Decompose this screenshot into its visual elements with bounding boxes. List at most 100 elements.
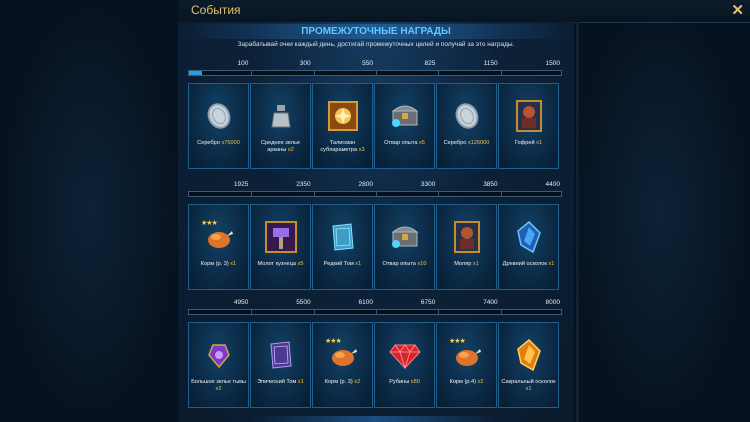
- panel-heading: ПРОМЕЖУТОЧНЫЕ НАГРАДЫ: [178, 24, 574, 39]
- progress-tick: [438, 310, 440, 314]
- reward-label: Среднее зелье арканы x2: [253, 140, 308, 153]
- progress-tick: [500, 71, 502, 75]
- reward-card[interactable]: Отвар опыта x10: [374, 204, 435, 290]
- reward-label: Редкий Том x1: [315, 261, 370, 268]
- reward-card[interactable]: ★★★ Корм (р. 3) x1: [188, 204, 249, 290]
- threshold-row: 100 300 550 825 1150 1500: [188, 60, 562, 70]
- threshold-value: 2800: [358, 181, 373, 188]
- reward-cards-row: Большое зелье тьмы x2 Эпический Том x1 ★★★…: [188, 322, 562, 408]
- reward-card[interactable]: ★★★ Корм (р.4) x2: [436, 322, 497, 408]
- reward-name: Рубины: [389, 379, 411, 385]
- reward-quantity: x3: [358, 146, 365, 153]
- rank-stars-icon: ★★★: [325, 338, 342, 345]
- threshold-row: 4950 5500 6100 6750 7400 8000: [188, 299, 562, 309]
- reward-quantity: x1: [525, 385, 532, 392]
- threshold-value: 6100: [358, 299, 373, 306]
- progress-tick: [313, 310, 315, 314]
- reward-card[interactable]: Рубины x80: [374, 322, 435, 408]
- reward-label: Отвар опыта x5: [377, 140, 432, 147]
- reward-card[interactable]: Серебро x125000: [436, 83, 497, 169]
- threshold-value: 6750: [420, 299, 436, 306]
- void-potion-icon: [201, 337, 237, 373]
- reward-name: Серебро: [443, 140, 468, 146]
- reward-name: Корм (р. 3): [324, 379, 355, 385]
- reward-quantity: x125000: [467, 140, 490, 146]
- panel-subtitle: Зарабатывай очки каждый день, достигай п…: [237, 41, 515, 48]
- close-icon[interactable]: ✕: [731, 1, 744, 19]
- reward-card[interactable]: Редкий Том x1: [312, 204, 373, 290]
- threshold-value: 2350: [296, 181, 311, 188]
- reward-quantity: x1: [472, 261, 479, 267]
- reward-card[interactable]: Древний осколок x1: [498, 204, 559, 290]
- reward-card[interactable]: Сакральный осколок x1: [498, 322, 559, 408]
- xp-brew-chest-icon: [387, 219, 423, 255]
- threshold-value: 7400: [483, 299, 498, 306]
- reward-name: Серебро: [197, 140, 222, 146]
- reward-label: Моляр x1: [439, 261, 494, 268]
- threshold-value: 300: [299, 60, 311, 67]
- reward-quantity: x1: [355, 261, 362, 267]
- reward-label: Корм (р. 3) x2: [315, 379, 370, 386]
- threshold-value: 1150: [483, 60, 498, 67]
- reward-label: Серебро x125000: [439, 140, 494, 147]
- reward-quantity: x2: [477, 379, 484, 385]
- reward-label: Эпический Том x1: [253, 379, 308, 386]
- top-bar: События ✕: [178, 0, 750, 23]
- reward-card[interactable]: ★★★ Корм (р. 3) x2: [312, 322, 373, 408]
- reward-card[interactable]: Гофрей x1: [498, 83, 559, 169]
- reward-label: Гофрей x1: [501, 140, 556, 147]
- epic-tome-icon: [263, 337, 299, 373]
- reward-label: Сакральный осколок x1: [501, 379, 556, 392]
- threshold-value: 4950: [233, 299, 249, 306]
- arcane-potion-icon: [263, 98, 299, 134]
- reward-card[interactable]: Талисман субпараметра x3: [312, 83, 373, 169]
- progress-tick: [500, 192, 502, 196]
- talisman-icon: [325, 98, 361, 134]
- threshold-value: 3850: [483, 181, 498, 188]
- reward-name: Редкий Том: [323, 261, 356, 267]
- reward-name: Сакральный осколок: [501, 379, 556, 385]
- reward-card[interactable]: Большое зелье тьмы x2: [188, 322, 249, 408]
- reward-name: Молот кузнеца: [257, 261, 298, 267]
- progress-tick: [438, 192, 440, 196]
- reward-label: Корм (р.4) x2: [439, 379, 494, 386]
- reward-name: Талисман субпараметра: [320, 140, 359, 153]
- reward-label: Талисман субпараметра x3: [315, 140, 370, 153]
- reward-name: Моляр: [454, 261, 473, 267]
- reward-name: Отвар опыта: [382, 261, 418, 267]
- progress-tick: [500, 310, 502, 314]
- background-left: [0, 0, 180, 422]
- smith-hammer-icon: [263, 219, 299, 255]
- reward-card[interactable]: Моляр x1: [436, 204, 497, 290]
- intermediate-rewards-panel: ПРОМЕЖУТОЧНЫЕ НАГРАДЫ Зарабатывай очки к…: [178, 22, 574, 422]
- reward-quantity: x80: [410, 379, 420, 385]
- rank-stars-icon: ★★★: [449, 338, 466, 345]
- reward-name: Корм (р.4): [449, 379, 478, 385]
- reward-tier-1: 100 300 550 825 1150 1500 Серебро x75000 Средне…: [188, 60, 562, 169]
- reward-label: Рубины x80: [377, 379, 432, 386]
- rare-tome-icon: [325, 219, 361, 255]
- reward-cards-row: Серебро x75000 Среднее зелье арканы x2 Тал…: [188, 83, 562, 169]
- reward-card[interactable]: Отвар опыта x5: [374, 83, 435, 169]
- reward-card[interactable]: Среднее зелье арканы x2: [250, 83, 311, 169]
- champion-card-icon: [449, 219, 485, 255]
- window-title: События: [191, 3, 241, 17]
- progress-tick: [251, 310, 253, 314]
- reward-card[interactable]: Серебро x75000: [188, 83, 249, 169]
- scrollbar[interactable]: [576, 22, 579, 422]
- reward-card[interactable]: Эпический Том x1: [250, 322, 311, 408]
- threshold-row: 1925 2350 2800 3300 3850 4400: [188, 181, 562, 191]
- reward-label: Корм (р. 3) x1: [191, 261, 246, 268]
- threshold-value: 825: [424, 60, 436, 67]
- reward-quantity: x10: [417, 261, 427, 267]
- reward-card[interactable]: Молот кузнеца x5: [250, 204, 311, 290]
- reward-name: Гофрей: [514, 140, 537, 146]
- progress-tick: [438, 71, 440, 75]
- reward-quantity: x1: [548, 261, 555, 267]
- ancient-shard-icon: [511, 219, 547, 255]
- reward-name: Корм (р. 3): [200, 261, 231, 267]
- reward-quantity: x1: [536, 140, 543, 146]
- silver-coin-icon: [449, 98, 485, 134]
- reward-name: Среднее зелье арканы: [261, 140, 300, 153]
- champion-card-icon: [511, 98, 547, 134]
